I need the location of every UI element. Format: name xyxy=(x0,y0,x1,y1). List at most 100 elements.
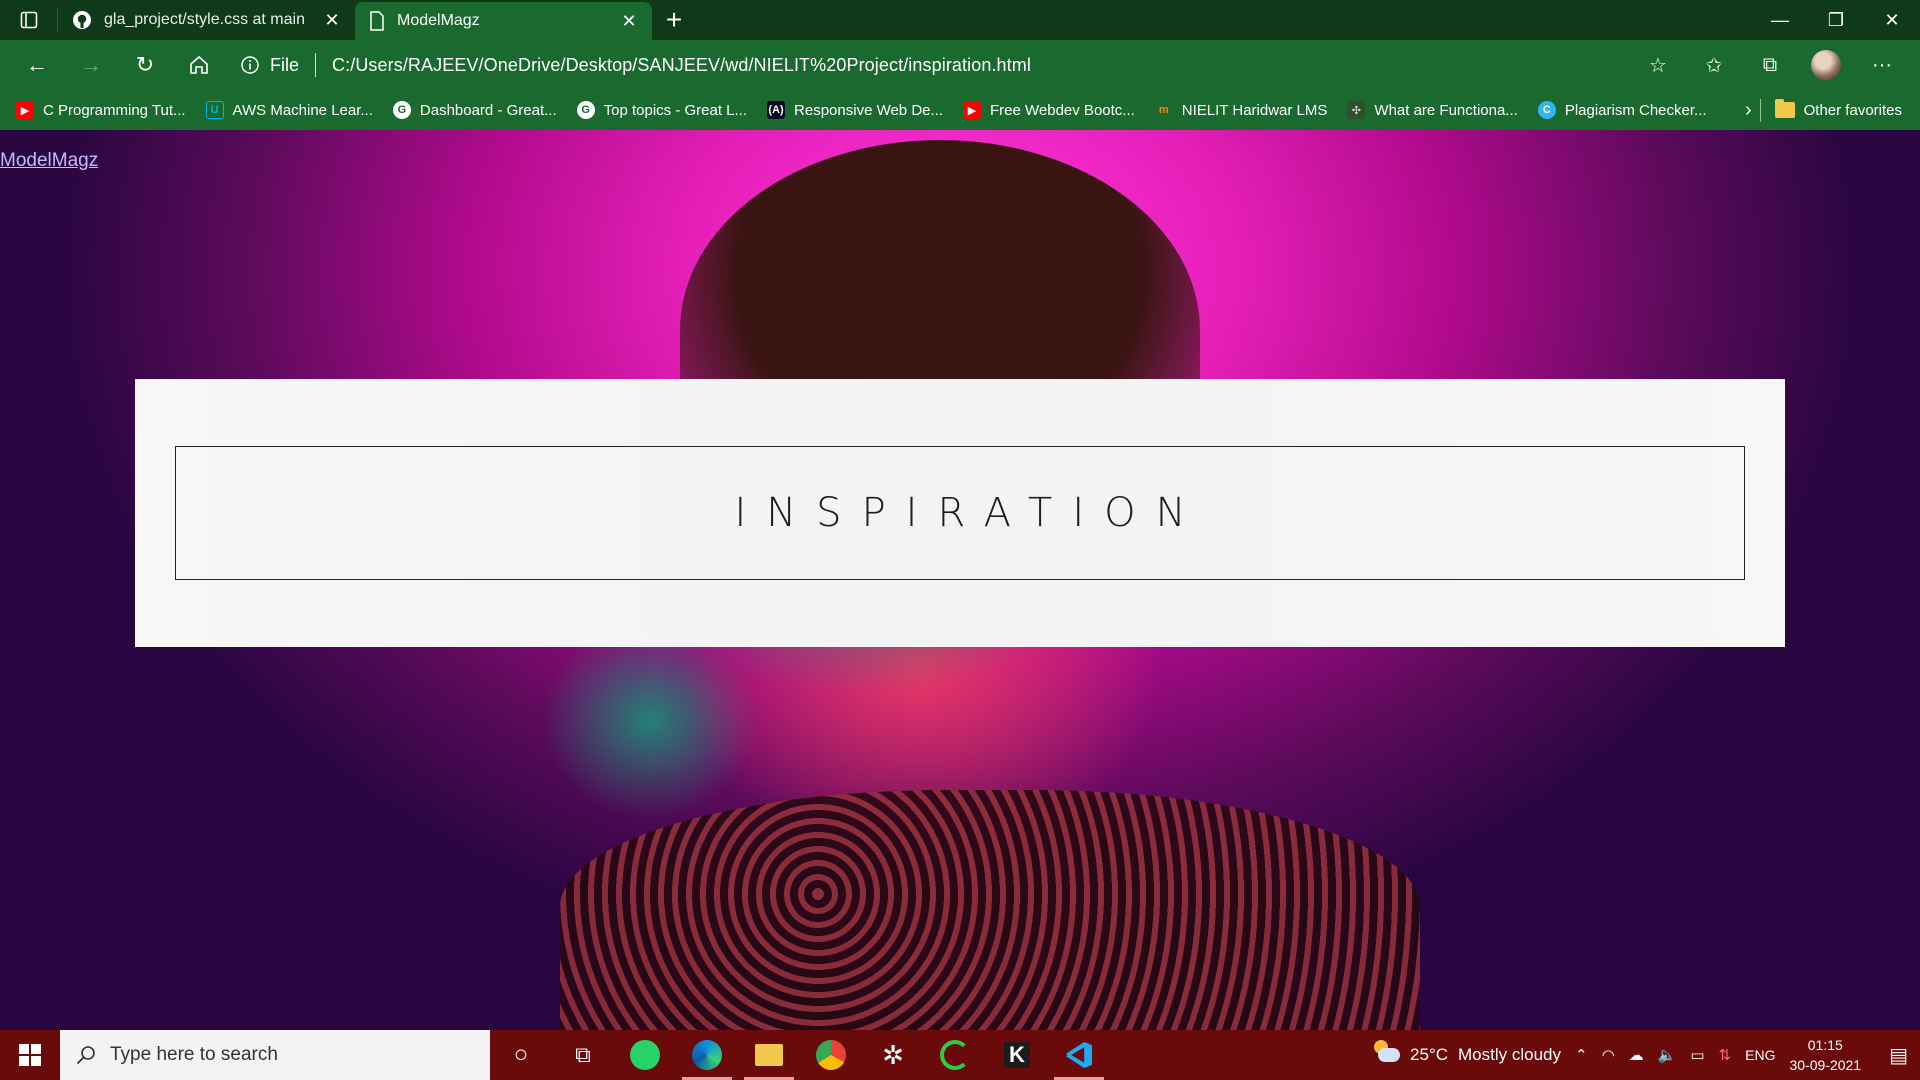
toolbar-right: ☆ ✩ ⧉ ··· xyxy=(1630,45,1910,85)
weather-widget[interactable]: 25°C Mostly cloudy xyxy=(1372,1040,1561,1065)
avatar xyxy=(1811,50,1841,80)
favorite-label: Dashboard - Great... xyxy=(419,101,557,119)
edge-icon xyxy=(692,1040,722,1070)
home-icon xyxy=(190,55,208,74)
weather-condition: Mostly cloudy xyxy=(1458,1045,1561,1064)
favorite-item[interactable]: ▶ Free Webdev Bootc... xyxy=(963,101,1135,119)
whatsapp-button[interactable] xyxy=(614,1030,676,1080)
chevron-right-icon[interactable]: › xyxy=(1737,98,1761,122)
tab-actions-button[interactable] xyxy=(0,8,58,32)
new-tab-button[interactable]: + xyxy=(652,0,696,40)
youtube-icon: ▶ xyxy=(16,101,34,119)
k-app-icon: K xyxy=(1004,1042,1030,1068)
weather-temperature: 25°C xyxy=(1410,1045,1449,1064)
tab-github[interactable]: gla_project/style.css at main · AM ✕ xyxy=(58,0,355,40)
info-icon xyxy=(241,56,259,74)
close-window-button[interactable]: ✕ xyxy=(1864,0,1920,40)
minimize-button[interactable]: — xyxy=(1752,0,1808,40)
home-button[interactable] xyxy=(172,45,226,85)
windows-icon xyxy=(19,1044,41,1066)
close-tab-icon[interactable]: ✕ xyxy=(323,10,341,31)
file-explorer-button[interactable] xyxy=(738,1030,800,1080)
favorite-label: Responsive Web De... xyxy=(794,101,943,119)
chevron-up-icon[interactable]: ⌃ xyxy=(1575,1046,1588,1064)
vscode-button[interactable] xyxy=(1048,1030,1110,1080)
url-text[interactable]: C:/Users/RAJEEV/OneDrive/Desktop/SANJEEV… xyxy=(332,55,1031,76)
task-view-icon: ⧉ xyxy=(575,1042,591,1067)
favorite-item[interactable]: C Plagiarism Checker... xyxy=(1537,101,1707,119)
address-bar[interactable]: File C:/Users/RAJEEV/OneDrive/Desktop/SA… xyxy=(234,46,1622,84)
windows-taskbar: Type here to search ○ ⧉ ✲ K 25°C Mostly … xyxy=(0,1030,1920,1080)
forward-button[interactable]: → xyxy=(64,45,118,85)
github-icon xyxy=(73,11,91,29)
favorites-icon: ✩ xyxy=(1705,54,1723,77)
other-favorites-label: Other favorites xyxy=(1803,101,1902,119)
favorite-item[interactable]: U AWS Machine Lear... xyxy=(205,101,373,119)
tab-actions-icon xyxy=(20,11,37,29)
favorite-item[interactable]: G Top topics - Great L... xyxy=(576,101,748,119)
ellipsis-icon: ··· xyxy=(1872,53,1892,76)
youtube-icon: ▶ xyxy=(963,101,981,119)
chrome-button[interactable] xyxy=(800,1030,862,1080)
app-button[interactable]: ✲ xyxy=(862,1030,924,1080)
star-add-icon: ☆ xyxy=(1649,54,1667,77)
restore-button[interactable]: ❐ xyxy=(1808,0,1864,40)
back-button[interactable]: ← xyxy=(10,45,64,85)
favorite-item[interactable]: m NIELIT Haridwar LMS xyxy=(1155,101,1328,119)
clock[interactable]: 01:15 30-09-2021 xyxy=(1789,1035,1861,1075)
greatlearning-icon: G xyxy=(392,101,411,119)
other-favorites[interactable]: Other favorites xyxy=(1774,99,1902,119)
taskbar-search[interactable]: Type here to search xyxy=(60,1030,490,1080)
refresh-icon: ↻ xyxy=(135,52,155,77)
app-button[interactable]: K xyxy=(986,1030,1048,1080)
favorite-label: AWS Machine Lear... xyxy=(232,101,373,119)
onedrive-icon[interactable]: ☁ xyxy=(1629,1046,1644,1064)
favorite-item[interactable]: G Dashboard - Great... xyxy=(392,101,557,119)
favorite-label: What are Functiona... xyxy=(1374,101,1518,119)
cortana-button[interactable]: ○ xyxy=(490,1030,552,1080)
favorite-item[interactable]: ▶ C Programming Tut... xyxy=(16,101,186,119)
app-button[interactable] xyxy=(924,1030,986,1080)
favorite-label: Top topics - Great L... xyxy=(603,101,748,119)
favorite-label: NIELIT Haridwar LMS xyxy=(1181,101,1328,119)
cortana-icon: ○ xyxy=(513,1041,529,1068)
refresh-button[interactable]: ↻ xyxy=(118,45,172,85)
chrome-icon xyxy=(816,1040,846,1070)
add-favorite-button[interactable]: ☆ xyxy=(1630,45,1686,85)
favorite-label: C Programming Tut... xyxy=(43,101,186,119)
browser-toolbar: ← → ↻ File C:/Users/RAJEEV/OneDrive/Desk… xyxy=(0,40,1920,90)
close-tab-icon[interactable]: ✕ xyxy=(620,11,638,32)
wifi-icon[interactable]: ◠ xyxy=(1602,1046,1615,1064)
favorites-button[interactable]: ✩ xyxy=(1686,45,1742,85)
page-icon xyxy=(370,11,384,31)
window-controls: — ❐ ✕ xyxy=(1752,0,1920,40)
battery-icon[interactable]: ▭ xyxy=(1690,1046,1704,1064)
brand-link[interactable]: ModelMagz xyxy=(0,150,98,172)
settings-wheel-icon: ✲ xyxy=(882,1039,904,1070)
tab-modelmagz[interactable]: ModelMagz ✕ xyxy=(355,2,652,40)
tab-label: ModelMagz xyxy=(397,12,480,29)
favorites-bar: ▶ C Programming Tut... U AWS Machine Lea… xyxy=(0,90,1920,130)
notification-icon[interactable]: ▤ xyxy=(1889,1043,1908,1068)
plagiarism-icon: C xyxy=(1537,101,1556,119)
hero-background-lace xyxy=(560,790,1420,1030)
start-button[interactable] xyxy=(0,1030,60,1080)
favorite-item[interactable]: (A) Responsive Web De... xyxy=(767,101,943,119)
folder-icon xyxy=(1774,99,1795,118)
arrow-right-icon: → xyxy=(80,52,102,77)
network-alert-icon[interactable]: ⇅ xyxy=(1719,1046,1732,1064)
favorite-label: Plagiarism Checker... xyxy=(1564,101,1707,119)
task-view-button[interactable]: ⧉ xyxy=(552,1030,614,1080)
greatlearning-icon: G xyxy=(576,101,595,119)
collections-button[interactable]: ⧉ xyxy=(1742,45,1798,85)
edge-button[interactable] xyxy=(676,1030,738,1080)
freecodecamp-icon: (A) xyxy=(767,101,786,119)
language-indicator[interactable]: ENG xyxy=(1745,1047,1775,1063)
favorite-item[interactable]: ✣ What are Functiona... xyxy=(1347,101,1518,119)
more-menu-button[interactable]: ··· xyxy=(1854,45,1910,85)
profile-button[interactable] xyxy=(1798,45,1854,85)
search-icon xyxy=(76,1046,95,1065)
page-viewport: ModelMagz INSPIRATION xyxy=(0,130,1920,1030)
site-icon: ✣ xyxy=(1347,101,1366,119)
volume-icon[interactable]: 🔈 xyxy=(1658,1046,1677,1064)
